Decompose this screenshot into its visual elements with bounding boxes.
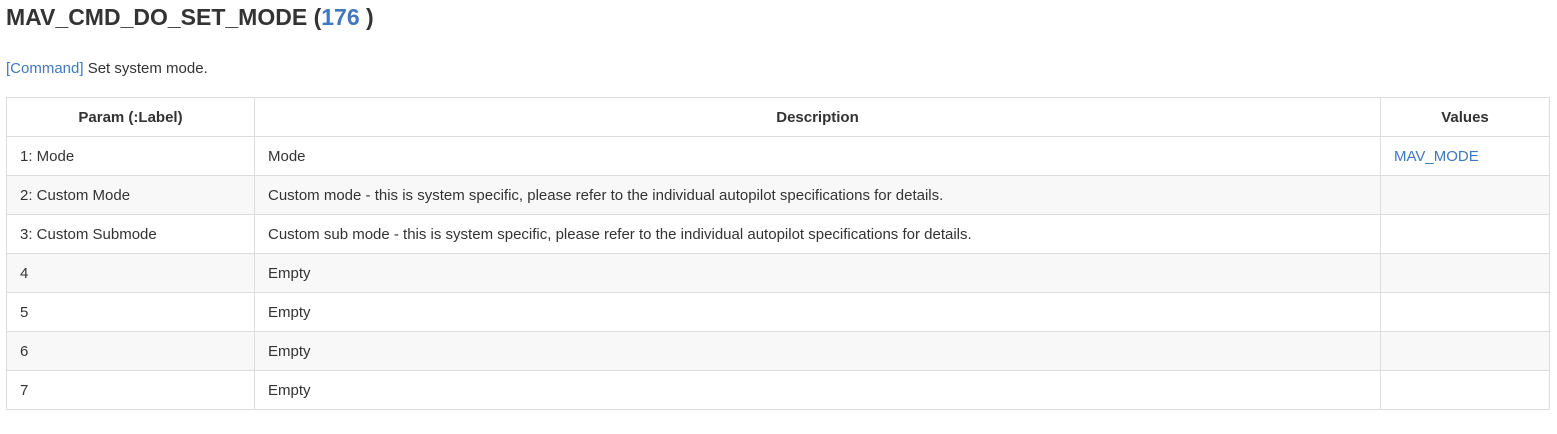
values-cell [1380, 292, 1550, 332]
param-cell: 5 [6, 292, 255, 332]
param-cell: 2: Custom Mode [6, 175, 255, 215]
table-row: 7 Empty [6, 370, 1550, 410]
table-row: 3: Custom Submode Custom sub mode - this… [6, 214, 1550, 254]
values-cell [1380, 370, 1550, 410]
table-row: 6 Empty [6, 331, 1550, 371]
params-header-row: Param (:Label) Description Values [6, 97, 1550, 137]
description-cell: Custom mode - this is system specific, p… [254, 175, 1381, 215]
values-cell [1380, 175, 1550, 215]
param-cell: 3: Custom Submode [6, 214, 255, 254]
command-name: MAV_CMD_DO_SET_MODE [6, 4, 308, 30]
command-summary: [Command] Set system mode. [6, 60, 1549, 78]
param-cell: 7 [6, 370, 255, 410]
param-cell: 1: Mode [6, 136, 255, 176]
table-row: 5 Empty [6, 292, 1550, 332]
description-cell: Empty [254, 370, 1381, 410]
values-cell [1380, 253, 1550, 293]
table-row: 4 Empty [6, 253, 1550, 293]
command-id-link[interactable]: 176 [321, 4, 359, 30]
header-description: Description [254, 97, 1381, 137]
param-cell: 6 [6, 331, 255, 371]
params-table: Param (:Label) Description Values 1: Mod… [6, 97, 1550, 410]
header-values: Values [1380, 97, 1550, 137]
title-close-paren: ) [359, 4, 374, 30]
values-cell: MAV_MODE [1380, 136, 1550, 176]
description-cell: Empty [254, 253, 1381, 293]
command-title: MAV_CMD_DO_SET_MODE (176 ) [6, 0, 1549, 33]
description-cell: Custom sub mode - this is system specifi… [254, 214, 1381, 254]
command-doc-section: MAV_CMD_DO_SET_MODE (176 ) [Command] Set… [6, 0, 1550, 410]
header-param: Param (:Label) [6, 97, 255, 137]
title-open-paren: ( [307, 4, 322, 30]
table-row: 2: Custom Mode Custom mode - this is sys… [6, 175, 1550, 215]
command-summary-text: Set system mode. [83, 60, 208, 77]
mav-mode-link[interactable]: MAV_MODE [1394, 148, 1479, 165]
description-cell: Empty [254, 331, 1381, 371]
command-type-link[interactable]: [Command] [6, 60, 84, 77]
table-row: 1: Mode Mode MAV_MODE [6, 136, 1550, 176]
values-cell [1380, 331, 1550, 371]
values-cell [1380, 214, 1550, 254]
description-cell: Empty [254, 292, 1381, 332]
param-cell: 4 [6, 253, 255, 293]
description-cell: Mode [254, 136, 1381, 176]
